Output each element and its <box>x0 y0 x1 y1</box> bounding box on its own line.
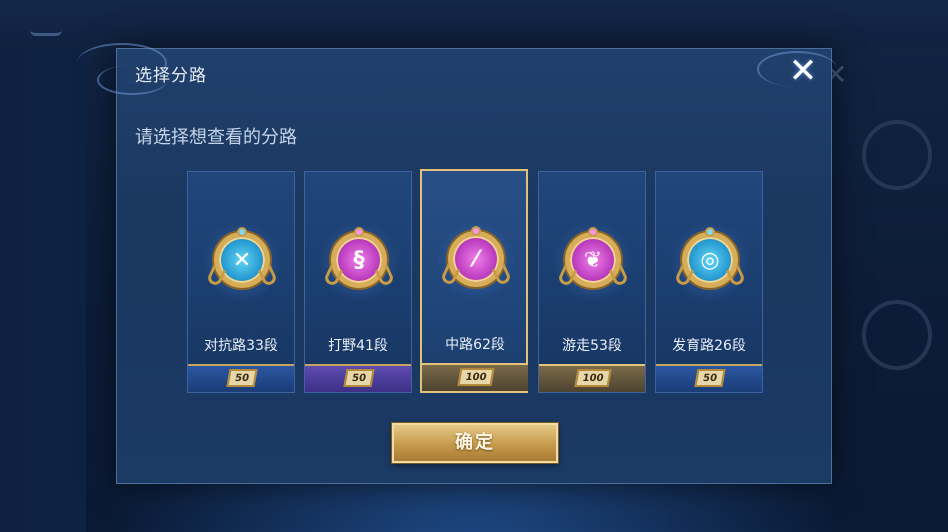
rank-badge: 50 <box>343 369 375 387</box>
lane-card-list: ✕ 对抗路33段 50 § 打野41段 50 ⁄ 中路62段 100 ❦ 游走5… <box>187 169 765 393</box>
background-emblem-icon <box>862 120 932 190</box>
background-emblem-icon <box>862 300 932 370</box>
wings-icon: ❦ <box>556 227 630 288</box>
lane-card-banner: 100 <box>539 364 645 392</box>
dialog-title: 选择分路 <box>135 66 207 86</box>
background-back-arrow-icon <box>30 26 62 36</box>
lane-card-banner: 50 <box>656 364 762 392</box>
staff-icon: ⁄ <box>439 226 513 287</box>
lane-select-dialog: 选择分路 ✕ 请选择想查看的分路 ✕ 对抗路33段 50 § 打野41段 50 … <box>77 43 837 484</box>
rank-badge: 50 <box>226 369 258 387</box>
rank-badge: 100 <box>574 369 612 387</box>
lane-card-label: 对抗路33段 <box>204 338 278 354</box>
background-right-panel <box>832 100 948 532</box>
lane-card-jungle[interactable]: § 打野41段 50 <box>304 171 412 393</box>
lane-card-roam[interactable]: ❦ 游走53段 100 <box>538 171 646 393</box>
target-icon: ◎ <box>673 227 747 288</box>
lane-card-banner: 50 <box>305 364 411 392</box>
lane-card-label: 中路62段 <box>445 337 505 353</box>
close-button[interactable]: ✕ <box>785 53 821 89</box>
lane-card-label: 游走53段 <box>562 338 622 354</box>
dragon-icon: § <box>322 227 396 288</box>
rank-badge: 100 <box>457 368 495 386</box>
lane-card-carry[interactable]: ◎ 发育路26段 50 <box>655 171 763 393</box>
lane-card-label: 打野41段 <box>328 338 388 354</box>
rank-badge: 50 <box>694 369 726 387</box>
confirm-button[interactable]: 确定 <box>392 423 558 463</box>
lane-card-top[interactable]: ✕ 对抗路33段 50 <box>187 171 295 393</box>
background-top-bar <box>0 0 948 46</box>
sword-cross-icon: ✕ <box>205 227 279 288</box>
game-screen: ✕ 选择分路 ✕ 请选择想查看的分路 ✕ 对抗路33段 50 § 打野41段 5… <box>0 0 948 532</box>
background-side-menu <box>0 46 86 532</box>
lane-card-label: 发育路26段 <box>672 338 746 354</box>
dialog-subtitle: 请选择想查看的分路 <box>135 127 297 148</box>
lane-card-banner: 50 <box>188 364 294 392</box>
lane-card-banner: 100 <box>422 363 528 391</box>
lane-card-mid[interactable]: ⁄ 中路62段 100 <box>420 169 528 393</box>
